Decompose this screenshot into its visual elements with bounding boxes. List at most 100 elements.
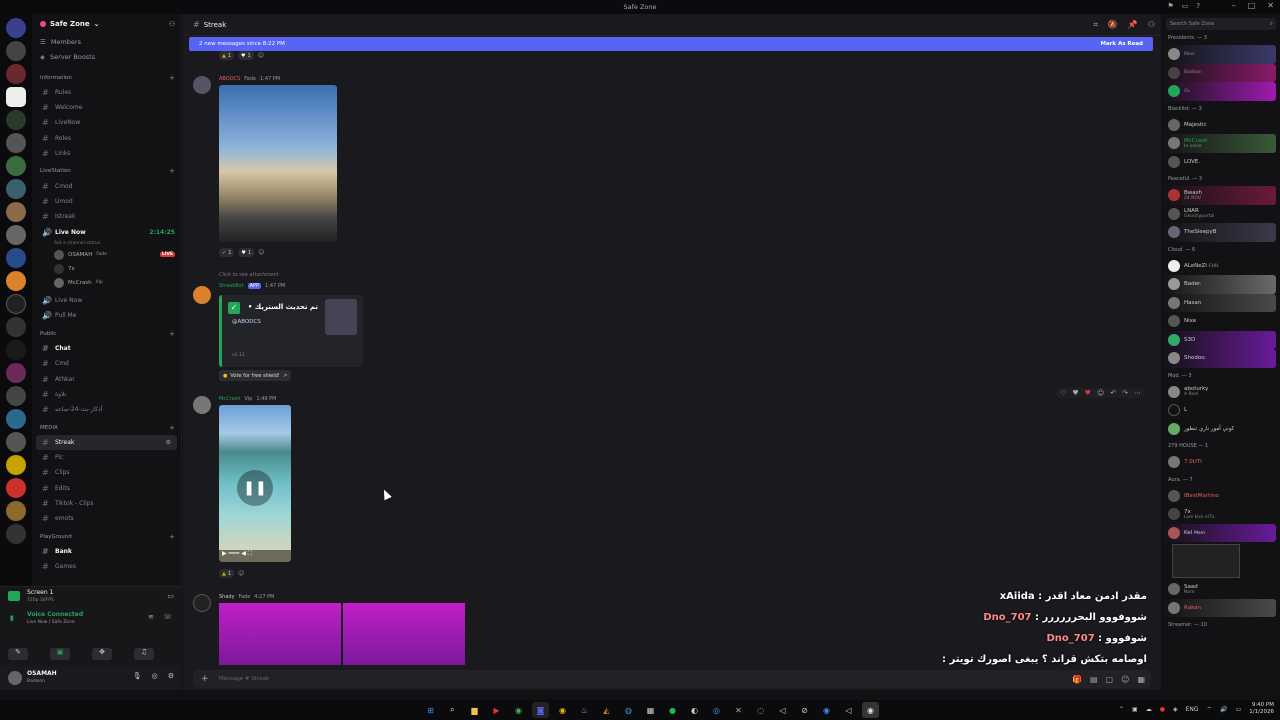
- noise-suppression-icon[interactable]: ≋: [148, 613, 154, 621]
- app-icon[interactable]: ▦: [642, 702, 659, 718]
- add-reaction-icon[interactable]: ☺: [1097, 389, 1104, 397]
- channel-roles[interactable]: # Roles: [32, 131, 181, 146]
- pin-icon[interactable]: 📌: [1128, 20, 1138, 30]
- app-tray-icon[interactable]: ▣: [1132, 706, 1138, 713]
- obs-icon[interactable]: ◉: [862, 702, 879, 718]
- plus-icon[interactable]: +: [201, 674, 209, 684]
- reaction[interactable]: ▲ 1: [219, 569, 235, 578]
- member-item[interactable]: Rakan: [1162, 598, 1276, 617]
- app-icon[interactable]: ◭: [598, 702, 615, 718]
- app-tray-icon[interactable]: ●: [1160, 706, 1165, 713]
- app-icon[interactable]: ◐: [686, 702, 703, 718]
- member-item[interactable]: Hasan: [1162, 293, 1276, 312]
- server-icon[interactable]: [6, 294, 26, 314]
- maximize-icon[interactable]: □: [1248, 1, 1256, 10]
- channel-athkar[interactable]: # Athkar: [32, 371, 181, 386]
- server-icon[interactable]: [6, 202, 26, 222]
- app-icon[interactable]: ✕: [730, 702, 747, 718]
- add-channel-icon[interactable]: +: [169, 533, 175, 541]
- avatar[interactable]: [193, 286, 211, 304]
- author-name[interactable]: StreakBot: [219, 283, 244, 289]
- emoji-icon[interactable]: ☺: [1121, 675, 1129, 684]
- avatar[interactable]: [193, 76, 211, 94]
- server-icon[interactable]: [6, 248, 26, 268]
- heart-icon[interactable]: ♥: [1072, 389, 1078, 397]
- add-channel-icon[interactable]: +: [169, 167, 175, 175]
- category-public[interactable]: Public +: [32, 326, 181, 341]
- server-icon[interactable]: [6, 524, 26, 544]
- discord-icon[interactable]: ◙: [532, 702, 549, 718]
- microphone-icon[interactable]: 🎙: [133, 672, 142, 680]
- channel-cmod[interactable]: # Cmod: [32, 179, 181, 194]
- channel-emots[interactable]: # emots: [32, 511, 181, 526]
- member-item[interactable]: ALeNeZi CHIL: [1162, 257, 1276, 276]
- member-item[interactable]: Saad Nom: [1162, 580, 1276, 599]
- channel-links[interactable]: # Links: [32, 146, 181, 161]
- member-item[interactable]: Nixe: [1162, 312, 1276, 331]
- screen-share-button[interactable]: ▣: [50, 648, 70, 660]
- add-reaction-icon[interactable]: ☺: [258, 249, 264, 256]
- channel-games[interactable]: # Games: [32, 559, 181, 574]
- channel-tilawa[interactable]: # تلاوة: [32, 387, 181, 402]
- embed-mention[interactable]: @ABODCS: [232, 319, 261, 325]
- apps-icon[interactable]: ▦: [1137, 675, 1145, 684]
- author-name[interactable]: McCrash: [219, 396, 240, 402]
- threads-icon[interactable]: ⌗: [1093, 20, 1098, 30]
- heart-outline-icon[interactable]: ♡: [1060, 389, 1066, 397]
- server-icon[interactable]: [6, 478, 26, 498]
- camera-button[interactable]: ✎: [8, 648, 28, 660]
- author-name[interactable]: ABODCS: [219, 76, 240, 82]
- message-input[interactable]: + Message # Streak 🎁 ▤ ▢ ☺ ▦: [193, 670, 1151, 688]
- add-user-icon[interactable]: ⚇: [169, 20, 175, 28]
- category-livestation[interactable]: LiveStation +: [32, 164, 181, 179]
- server-icon[interactable]: [6, 501, 26, 521]
- category-information[interactable]: Information +: [32, 70, 181, 85]
- voice-user[interactable]: McCrash Vip: [32, 276, 181, 290]
- voice-status[interactable]: Set a channel status: [32, 240, 181, 248]
- more-icon[interactable]: ⋯: [1134, 389, 1141, 397]
- member-item[interactable]: كوني أمور ناري تنطور: [1162, 420, 1276, 439]
- server-icon[interactable]: [6, 64, 26, 84]
- channel-rules[interactable]: # Rules: [32, 85, 181, 100]
- server-icon[interactable]: [6, 409, 26, 429]
- reaction[interactable]: ✔ 1: [219, 248, 235, 257]
- channel-tiktok-clips[interactable]: # Tiktok - Clips: [32, 496, 181, 511]
- channel-chat[interactable]: # Chat: [32, 341, 181, 356]
- member-item[interactable]: S3D: [1162, 330, 1276, 349]
- reaction[interactable]: ♥ 1: [238, 248, 255, 257]
- member-item[interactable]: Shodoo.: [1162, 349, 1276, 368]
- server-icon[interactable]: [6, 18, 26, 38]
- youtube-icon[interactable]: ▶: [488, 702, 505, 718]
- gif-icon[interactable]: ▤: [1090, 675, 1098, 684]
- add-reaction-icon[interactable]: ☺: [238, 570, 244, 577]
- server-icon[interactable]: [6, 110, 26, 130]
- member-item[interactable]: LOVE.: [1162, 153, 1276, 172]
- channel-welcome[interactable]: # Welcome: [32, 100, 181, 115]
- help-icon[interactable]: ?: [1196, 2, 1200, 10]
- file-explorer-icon[interactable]: ▆: [466, 702, 483, 718]
- app-icon[interactable]: ◌: [752, 702, 769, 718]
- video-controls[interactable]: ▶ ━━━ ◀ ⛶: [219, 550, 291, 562]
- search-input[interactable]: Search Safe Zone ⌕: [1166, 18, 1276, 30]
- notification-bell-icon[interactable]: 🔕: [1108, 20, 1118, 30]
- server-icon[interactable]: [6, 179, 26, 199]
- server-icon[interactable]: [6, 317, 26, 337]
- channel-istreak[interactable]: # Istreak: [32, 209, 181, 224]
- image-attachment[interactable]: [219, 603, 341, 665]
- stream-preview[interactable]: [1172, 544, 1240, 578]
- server-icon[interactable]: [6, 386, 26, 406]
- gear-icon[interactable]: ⚙: [168, 672, 174, 680]
- member-item[interactable]: L: [1162, 401, 1276, 420]
- sticker-icon[interactable]: ▢: [1106, 675, 1114, 684]
- image-attachment[interactable]: [219, 85, 337, 242]
- member-item[interactable]: TheSleepyB: [1162, 223, 1276, 242]
- chevron-up-icon[interactable]: ⌃: [1119, 706, 1124, 713]
- voice-user[interactable]: 7x: [32, 262, 181, 276]
- start-icon[interactable]: ⊞: [422, 702, 439, 718]
- clock[interactable]: 9:40 PM 1/1/2026: [1249, 702, 1274, 716]
- reaction[interactable]: ▲ 1: [219, 51, 235, 60]
- language-indicator[interactable]: ENG: [1186, 706, 1199, 713]
- edge-icon[interactable]: ◎: [708, 702, 725, 718]
- forward-icon[interactable]: ↷: [1122, 389, 1128, 397]
- avatar[interactable]: [193, 396, 211, 414]
